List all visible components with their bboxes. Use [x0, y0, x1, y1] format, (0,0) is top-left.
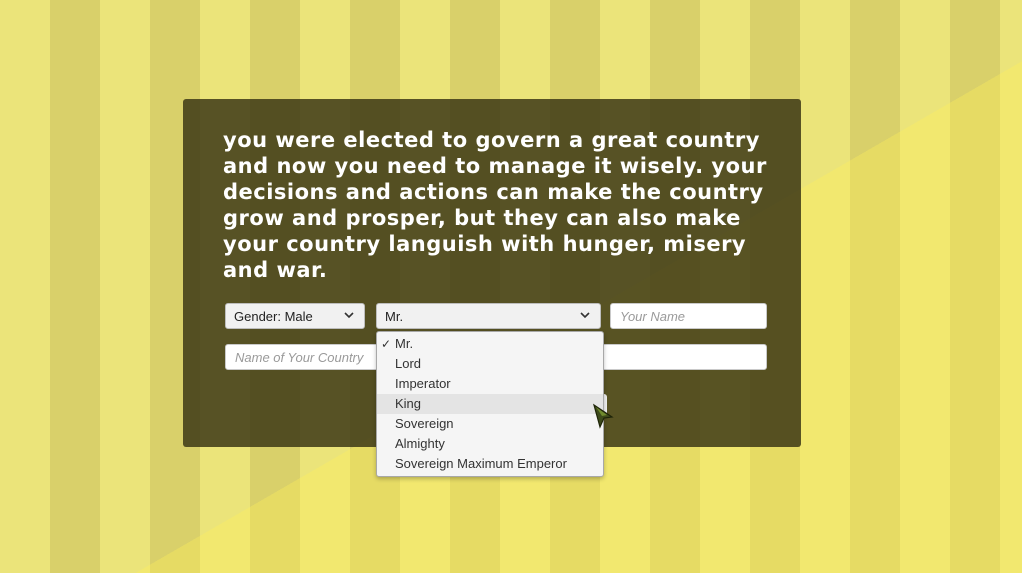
dropdown-option-lord[interactable]: Lord — [377, 354, 603, 374]
dropdown-option-label: King — [395, 396, 422, 411]
title-select-value: Mr. — [385, 308, 404, 324]
title-dropdown-list: ✓ Mr. Lord Imperator King Sovereign Almi… — [376, 331, 604, 477]
dropdown-option-sovereign[interactable]: Sovereign — [377, 414, 603, 434]
dropdown-option-almighty[interactable]: Almighty — [377, 434, 603, 454]
dropdown-option-label: Sovereign Maximum Emperor — [395, 456, 567, 471]
intro-text: You were elected to govern a great count… — [223, 128, 767, 282]
name-input[interactable] — [610, 303, 767, 329]
dropdown-option-sovereign-maximum-emperor[interactable]: Sovereign Maximum Emperor — [377, 454, 603, 474]
dropdown-option-label: Mr. — [395, 336, 414, 351]
chevron-down-icon — [580, 312, 590, 319]
dropdown-option-imperator[interactable]: Imperator — [377, 374, 603, 394]
title-select[interactable]: Mr. — [376, 303, 601, 329]
dropdown-option-label: Sovereign — [395, 416, 454, 431]
chevron-down-icon — [344, 312, 354, 319]
dropdown-option-label: Almighty — [395, 436, 445, 451]
dropdown-option-label: Imperator — [395, 376, 451, 391]
gender-select-value: Gender: Male — [234, 308, 313, 324]
gender-select[interactable]: Gender: Male — [225, 303, 365, 329]
arrow-cursor-icon — [592, 403, 614, 429]
dropdown-option-king[interactable]: King — [377, 394, 603, 414]
dropdown-option-mr[interactable]: ✓ Mr. — [377, 334, 603, 354]
checkmark-icon: ✓ — [381, 337, 392, 351]
dropdown-option-label: Lord — [395, 356, 422, 371]
